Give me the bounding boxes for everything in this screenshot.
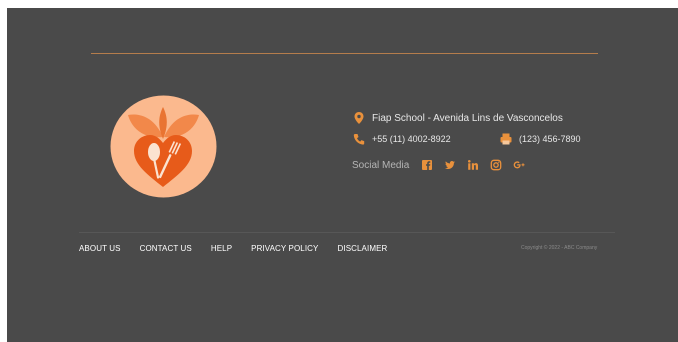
social-label: Social Media <box>352 159 410 171</box>
google-plus-icon[interactable] <box>513 159 525 171</box>
map-pin-icon <box>352 111 366 125</box>
nav-about-us[interactable]: ABOUT US <box>79 244 121 253</box>
facebook-icon[interactable] <box>421 159 433 171</box>
fax-row: (123) 456-7890 <box>499 132 581 146</box>
fax-text: (123) 456-7890 <box>519 134 581 144</box>
instagram-icon[interactable] <box>490 159 502 171</box>
footer-section: Fiap School - Avenida Lins de Vasconcelo… <box>7 8 678 342</box>
nav-disclaimer[interactable]: DISCLAIMER <box>338 244 388 253</box>
linkedin-icon[interactable] <box>467 159 479 171</box>
copyright-text: Copyright © 2022 - ABC Company <box>521 245 598 251</box>
contact-info: Fiap School - Avenida Lins de Vasconcelo… <box>352 111 652 181</box>
phone-icon <box>352 132 366 146</box>
printer-icon <box>499 132 513 146</box>
nav-help[interactable]: HELP <box>211 244 232 253</box>
phone-text: +55 (11) 4002-8922 <box>372 134 451 144</box>
nav-privacy-policy[interactable]: PRIVACY POLICY <box>251 244 318 253</box>
phone-row: +55 (11) 4002-8922 <box>352 132 451 146</box>
address-text: Fiap School - Avenida Lins de Vasconcelo… <box>372 112 563 124</box>
social-row: Social Media <box>352 159 536 171</box>
nav-contact-us[interactable]: CONTACT US <box>140 244 192 253</box>
top-divider <box>91 53 598 54</box>
footer-nav: ABOUT US CONTACT US HELP PRIVACY POLICY … <box>79 244 406 253</box>
address-row: Fiap School - Avenida Lins de Vasconcelo… <box>352 111 563 125</box>
twitter-icon[interactable] <box>444 159 456 171</box>
bottom-divider <box>79 232 615 233</box>
brand-logo <box>110 95 217 198</box>
